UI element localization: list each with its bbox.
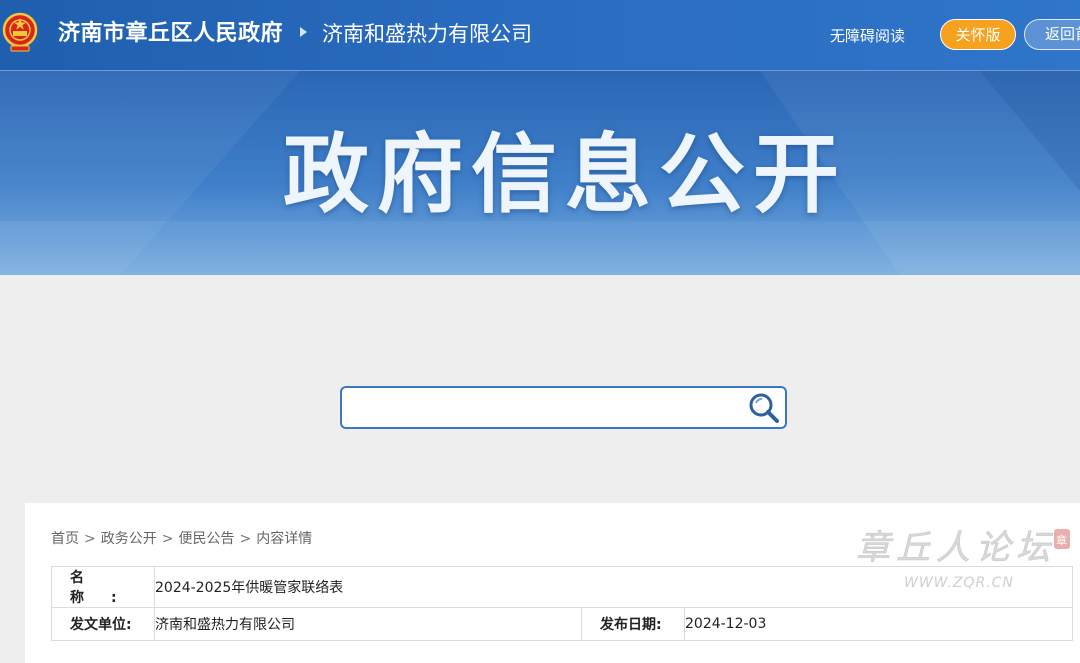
breadcrumb: 首页 > 政务公开 > 便民公告 > 内容详情 [51, 529, 312, 549]
watermark-text: 章丘人论坛 [856, 528, 1056, 568]
publisher-value: 济南和盛热力有限公司 [154, 607, 582, 641]
breadcrumb-separator: > [161, 531, 174, 547]
breadcrumb-gov-affairs[interactable]: 政务公开 [101, 531, 157, 547]
search-box [340, 386, 787, 429]
name-label-cell: 名称: [51, 566, 155, 608]
search-input[interactable] [350, 394, 744, 423]
publish-date-value: 2024-12-03 [684, 607, 1073, 641]
publisher-label: 发文单位: [51, 607, 155, 641]
triangle-right-icon [300, 27, 307, 37]
company-title: 济南和盛热力有限公司 [322, 22, 532, 46]
accessibility-reading-link[interactable]: 无障碍阅读 [830, 25, 905, 47]
breadcrumb-separator: > [84, 531, 96, 547]
breadcrumb-home[interactable]: 首页 [51, 531, 79, 547]
watermark-url: WWW.ZQR.CN [904, 575, 1014, 591]
banner: 政府信息公开 [0, 71, 1080, 275]
name-label: 名称: [70, 570, 144, 606]
publish-date-label: 发布日期: [581, 607, 685, 641]
banner-title: 政府信息公开 [283, 125, 847, 225]
magnifier-icon[interactable] [747, 392, 781, 424]
national-emblem-icon[interactable] [2, 11, 38, 53]
back-home-button[interactable]: 返回首页 [1024, 19, 1080, 50]
breadcrumb-separator: > [239, 531, 252, 547]
top-header: 济南市章丘区人民政府 济南和盛热力有限公司 无障碍阅读 关怀版 返回首页 [0, 0, 1080, 71]
breadcrumb-notices[interactable]: 便民公告 [178, 531, 234, 547]
breadcrumb-current: 内容详情 [256, 531, 313, 547]
svg-text:章: 章 [1056, 533, 1067, 547]
site-watermark-logo: 章丘人论坛 WWW.ZQR.CN 章 [856, 528, 1070, 591]
table-row: 发文单位: 济南和盛热力有限公司 发布日期: 2024-12-03 [51, 607, 1073, 641]
gov-site-title[interactable]: 济南市章丘区人民政府 [58, 19, 283, 49]
care-mode-button[interactable]: 关怀版 [940, 19, 1016, 50]
